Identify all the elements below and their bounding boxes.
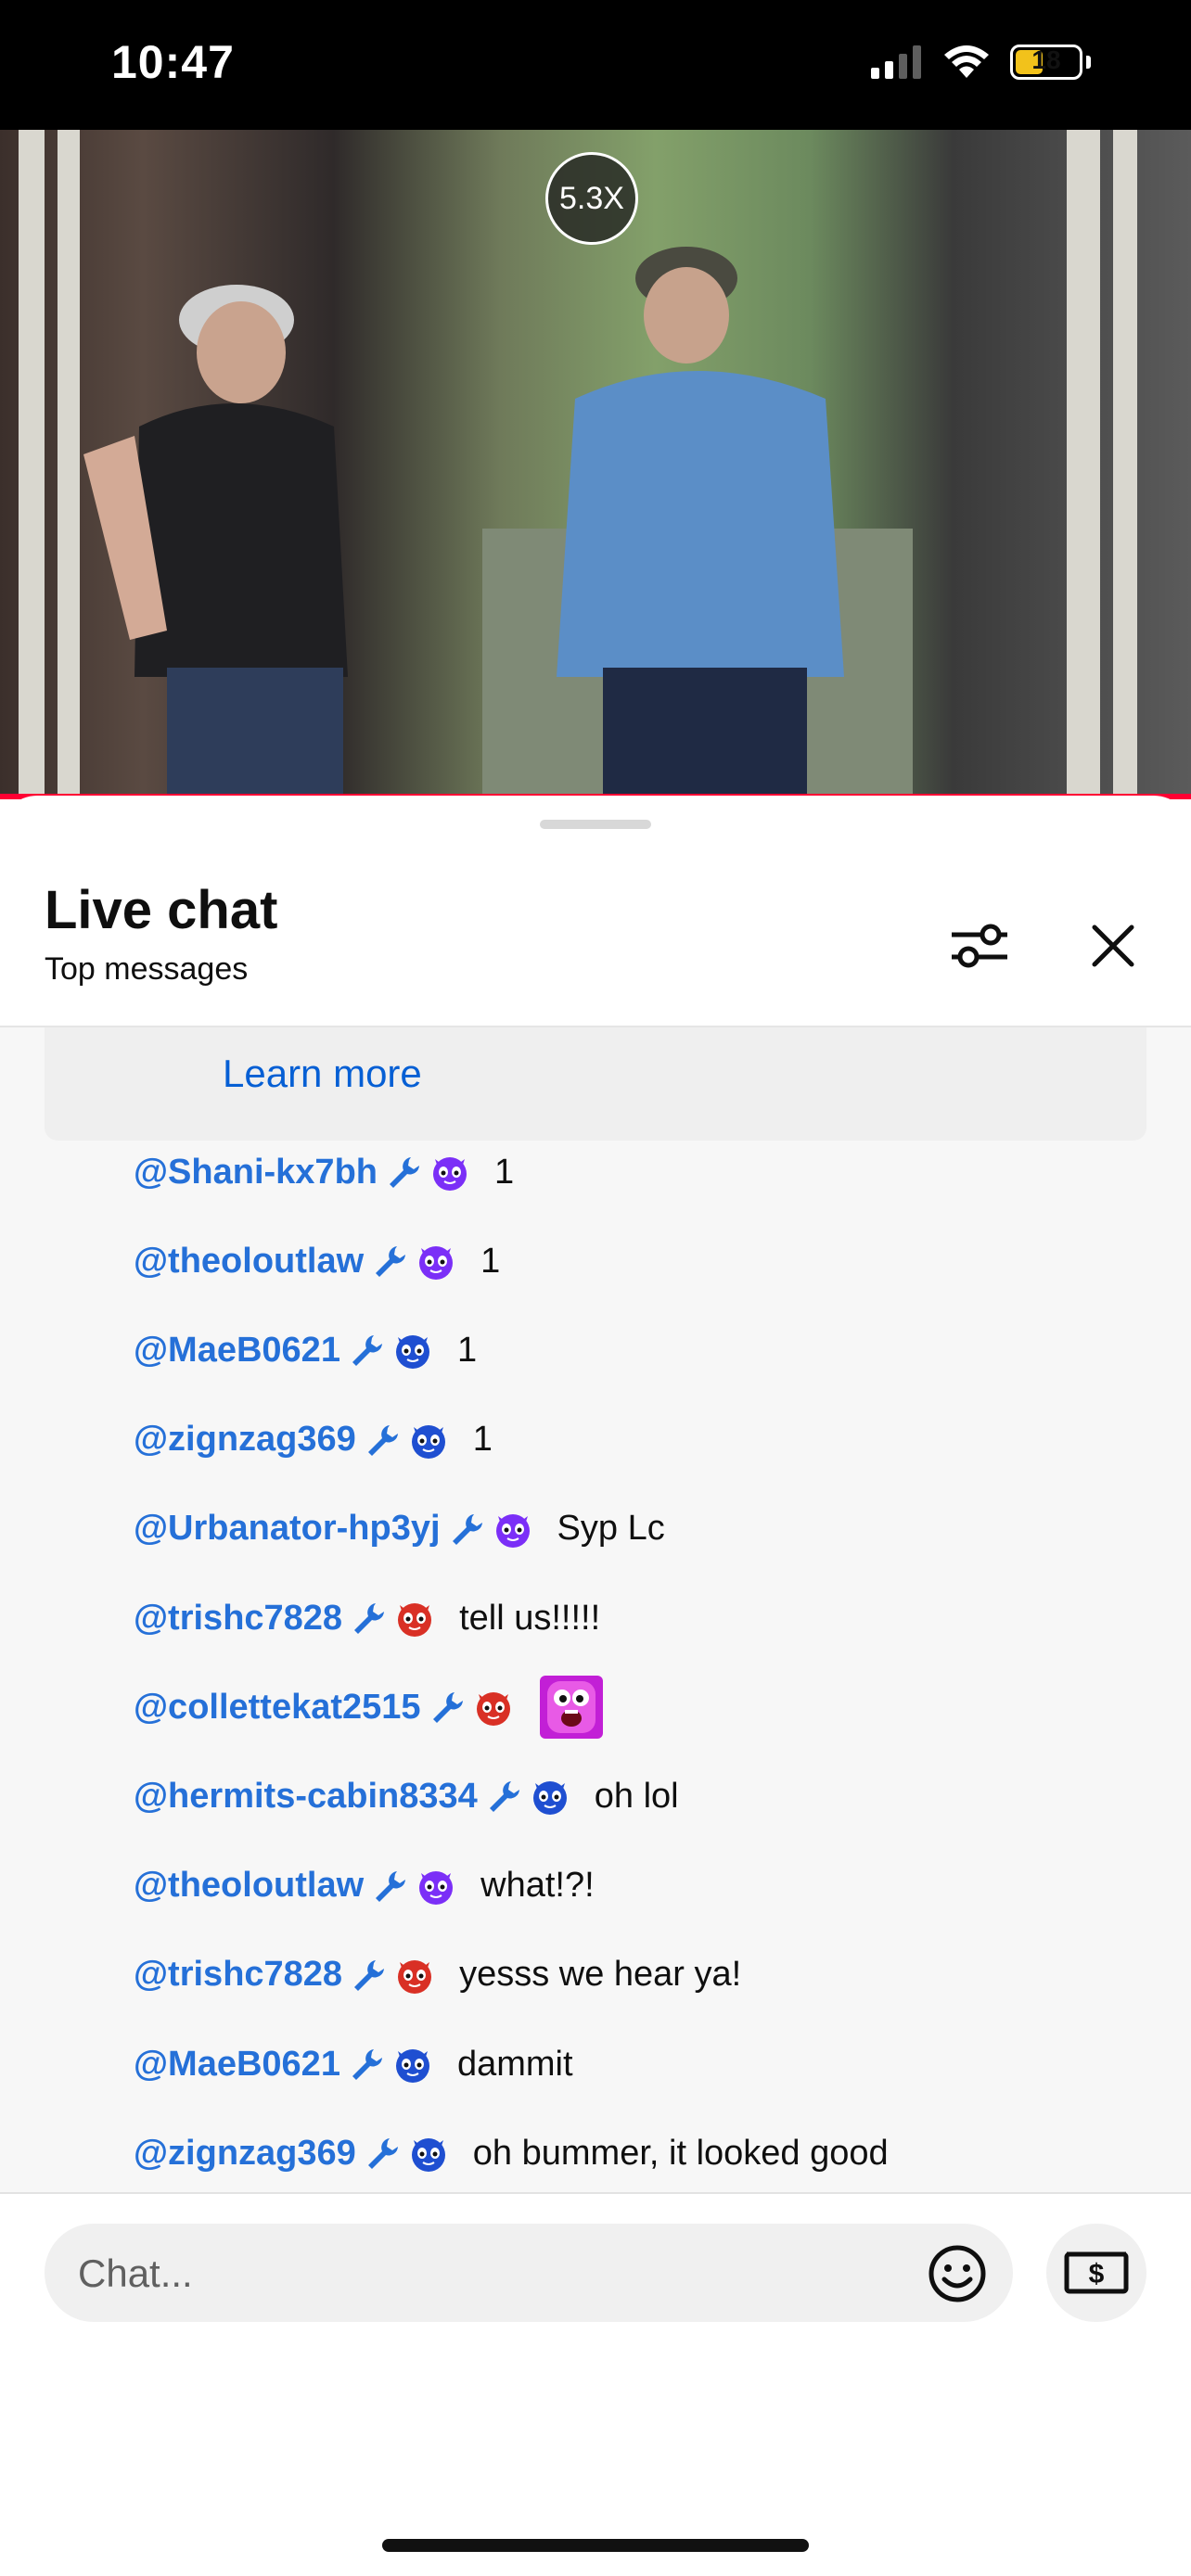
message-author[interactable]: @Urbanator-hp3yj xyxy=(134,1509,441,1549)
wrench-icon xyxy=(367,2138,398,2170)
chat-message[interactable]: @trishc7828 tell us!!!!! xyxy=(134,1590,600,1646)
message-text: Syp Lc xyxy=(557,1509,665,1549)
door-frame xyxy=(1113,130,1137,799)
wrench-icon xyxy=(354,1959,385,1991)
chat-mode-selector[interactable]: Top messages xyxy=(45,951,248,988)
door-frame xyxy=(1067,130,1100,799)
wrench-icon xyxy=(367,1424,398,1456)
chat-input-placeholder: Chat... xyxy=(78,2251,193,2295)
chat-message[interactable]: @MaeB0621 1 xyxy=(134,1322,477,1378)
chat-title: Live chat xyxy=(45,880,278,940)
chat-message[interactable]: @hermits-cabin8334 oh lol xyxy=(134,1768,679,1824)
sheet-drag-handle[interactable] xyxy=(540,820,651,829)
chat-message[interactable]: @trishc7828 yesss we hear ya! xyxy=(134,1947,741,2003)
chat-message[interactable]: @theoloutlaw what!?! xyxy=(134,1858,595,1914)
message-text: 1 xyxy=(456,1330,478,1370)
chat-input[interactable]: Chat... xyxy=(45,2224,1013,2322)
wrench-icon xyxy=(432,1692,463,1724)
message-author[interactable]: @MaeB0621 xyxy=(134,2045,340,2085)
member-badge-icon xyxy=(395,2049,429,2083)
svg-text:$: $ xyxy=(1089,2259,1105,2289)
wrench-icon xyxy=(376,1870,406,1902)
input-divider xyxy=(0,2192,1191,2194)
message-author[interactable]: @Shani-kx7bh xyxy=(134,1153,378,1192)
member-badge-icon xyxy=(433,1157,467,1191)
status-bar: 10:47 18 xyxy=(0,0,1191,130)
wifi-icon xyxy=(944,45,989,78)
wrench-icon xyxy=(352,2049,382,2080)
message-author[interactable]: @MaeB0621 xyxy=(134,1331,340,1371)
message-author[interactable]: @zignzag369 xyxy=(134,1420,356,1460)
wrench-icon xyxy=(452,1513,482,1545)
member-badge-icon xyxy=(476,1692,510,1727)
member-badge-icon xyxy=(411,1424,445,1459)
message-text: 1 xyxy=(472,1420,493,1460)
member-badge-icon xyxy=(398,1959,432,1994)
battery-icon: 18 xyxy=(1010,45,1082,80)
super-chat-button[interactable]: $ xyxy=(1046,2224,1146,2322)
message-author[interactable]: @zignzag369 xyxy=(134,2134,356,2174)
member-badge-icon xyxy=(532,1781,567,1816)
info-banner: Learn more xyxy=(45,1027,1146,1141)
message-text: yesss we hear ya! xyxy=(459,1955,742,1995)
zoom-level-badge[interactable]: 5.3X xyxy=(545,152,638,245)
chat-message[interactable]: @MaeB0621 dammit xyxy=(134,2036,573,2092)
chat-message[interactable]: @zignzag369 1 xyxy=(134,1412,493,1468)
battery-cap xyxy=(1086,56,1091,69)
member-badge-icon xyxy=(495,1513,530,1548)
door-frame xyxy=(58,130,80,799)
learn-more-link[interactable]: Learn more xyxy=(223,1052,422,1096)
cellular-signal-icon xyxy=(871,45,921,79)
chat-message[interactable]: @Shani-kx7bh 1 xyxy=(134,1144,514,1200)
message-text: 1 xyxy=(480,1241,501,1281)
message-text: what!?! xyxy=(480,1866,595,1906)
door-frame xyxy=(19,130,45,799)
message-text: oh bummer, it looked good xyxy=(472,2133,889,2173)
close-icon[interactable] xyxy=(1076,909,1150,983)
dollar-bill-icon: $ xyxy=(1064,2251,1129,2294)
video-player[interactable]: 5.3X xyxy=(0,130,1191,799)
message-author[interactable]: @trishc7828 xyxy=(134,1955,342,1995)
chat-message[interactable]: @collettekat2515 xyxy=(134,1676,605,1740)
member-badge-icon xyxy=(419,1246,454,1281)
pink-monster-sticker-icon xyxy=(539,1676,603,1740)
sliders-icon[interactable] xyxy=(942,909,1017,983)
message-text: dammit xyxy=(456,2044,573,2084)
person-left-figure xyxy=(83,285,348,799)
message-author[interactable]: @hermits-cabin8334 xyxy=(134,1777,478,1817)
chat-message[interactable]: @zignzag369 oh bummer, it looked good xyxy=(134,2125,889,2181)
wrench-icon xyxy=(354,1603,385,1634)
chat-message[interactable]: @theoloutlaw 1 xyxy=(134,1233,500,1289)
status-indicators: 18 xyxy=(871,45,1091,80)
live-chat-sheet: Live chat Top messages Learn more @Shani… xyxy=(0,796,1191,2572)
message-author[interactable]: @collettekat2515 xyxy=(134,1688,421,1728)
person-right-figure xyxy=(557,247,844,799)
message-text: tell us!!!!! xyxy=(459,1598,601,1638)
member-badge-icon xyxy=(398,1603,432,1637)
member-badge-icon xyxy=(395,1335,429,1370)
wrench-icon xyxy=(352,1335,382,1367)
message-author[interactable]: @trishc7828 xyxy=(134,1599,342,1639)
wrench-icon xyxy=(390,1157,419,1188)
message-author[interactable]: @theoloutlaw xyxy=(134,1242,364,1282)
message-author[interactable]: @theoloutlaw xyxy=(134,1866,364,1906)
message-text: 1 xyxy=(494,1152,515,1192)
home-indicator xyxy=(382,2539,809,2552)
wrench-icon xyxy=(376,1246,406,1278)
status-time: 10:47 xyxy=(111,36,235,88)
message-text: oh lol xyxy=(594,1776,679,1816)
member-badge-icon xyxy=(419,1870,454,1905)
emoji-icon[interactable] xyxy=(926,2242,989,2305)
battery-level: 18 xyxy=(1031,45,1061,74)
chat-message-list[interactable]: Learn more @Shani-kx7bh 1 @theoloutlaw 1 @Ma… xyxy=(0,1027,1191,2192)
wrench-icon xyxy=(489,1781,519,1813)
member-badge-icon xyxy=(411,2138,445,2173)
chat-message[interactable]: @Urbanator-hp3yj Syp Lc xyxy=(134,1501,665,1557)
